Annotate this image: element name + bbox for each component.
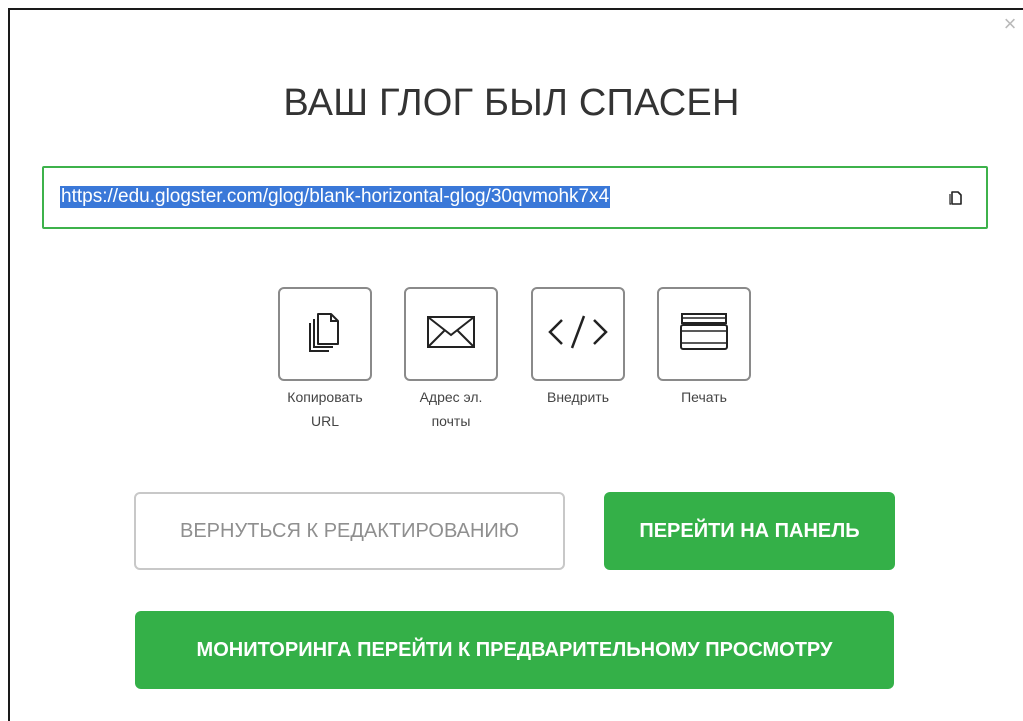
go-to-preview-button[interactable]: МОНИТОРИНГА ПЕРЕЙТИ К ПРЕДВАРИТЕЛЬНОМУ П… [135, 611, 894, 689]
copy-url-button[interactable] [278, 287, 372, 381]
copy-icon[interactable] [942, 184, 970, 212]
back-to-edit-button[interactable]: ВЕРНУТЬСЯ К РЕДАКТИРОВАНИЮ [134, 492, 565, 570]
printer-icon [678, 311, 730, 358]
print-button[interactable] [657, 287, 751, 381]
embed-button[interactable] [531, 287, 625, 381]
share-embed: Внедрить [531, 287, 625, 409]
email-button[interactable] [404, 287, 498, 381]
share-copy-url: Копировать URL [278, 287, 372, 433]
code-icon [546, 312, 610, 357]
envelope-icon [426, 315, 476, 354]
url-value[interactable]: https://edu.glogster.com/glog/blank-hori… [60, 186, 611, 208]
url-field[interactable]: https://edu.glogster.com/glog/blank-hori… [42, 166, 988, 229]
print-label: Печать [681, 389, 727, 405]
embed-label: Внедрить [546, 389, 610, 405]
close-icon[interactable]: × [1001, 12, 1019, 36]
email-label: Адрес эл. почты [419, 389, 483, 429]
dialog-title: ВАШ ГЛОГ БЫЛ СПАСЕН [283, 82, 740, 124]
copy-url-label: Копировать URL [287, 389, 363, 429]
go-to-dashboard-button[interactable]: ПЕРЕЙТИ НА ПАНЕЛЬ [604, 492, 895, 570]
copy-icon [305, 310, 345, 359]
share-print: Печать [657, 287, 751, 409]
share-email: Адрес эл. почты [404, 287, 498, 433]
